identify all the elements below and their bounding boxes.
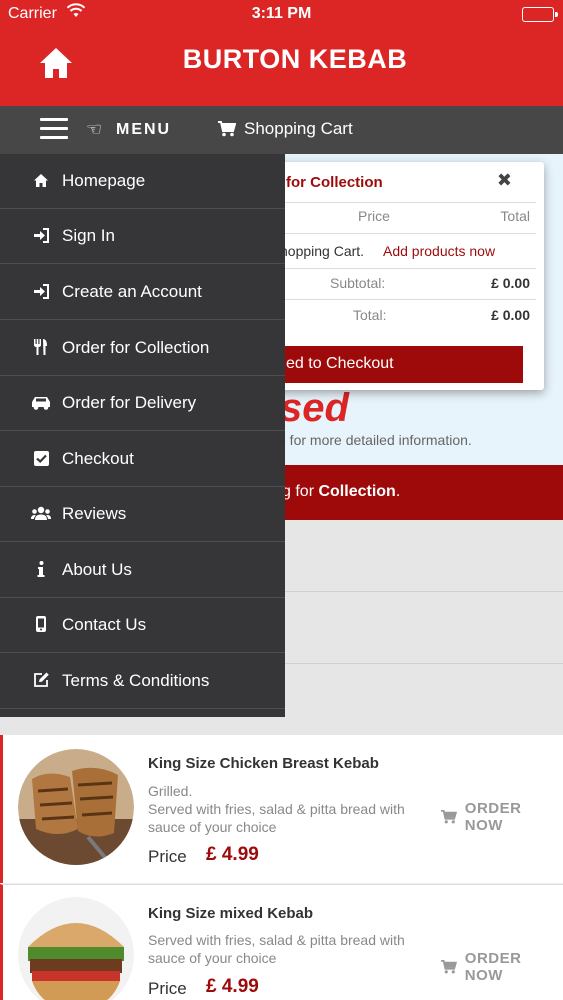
menu-item-label: Contact Us	[62, 615, 147, 634]
menu-item-label: Homepage	[62, 171, 146, 190]
product-subtitle: Grilled.	[148, 783, 193, 799]
order-now-button[interactable]: ORDER NOW	[441, 950, 563, 984]
menu-item-label: Reviews	[62, 504, 127, 523]
menu-item-terms[interactable]: Terms & Conditions	[0, 654, 285, 709]
order-now-button[interactable]: ORDER NOW	[441, 800, 563, 834]
menu-item-label: Order for Delivery	[62, 393, 197, 412]
edit-icon	[31, 670, 51, 690]
product-price: £ 4.99	[206, 844, 259, 865]
proceed-to-checkout-button[interactable]: ed to Checkout	[280, 346, 523, 383]
closed-label: sed	[280, 386, 349, 430]
close-icon[interactable]: ✖	[497, 170, 512, 191]
product-description: Served with fries, salad & pitta bread w…	[148, 801, 405, 835]
total-value: £ 0.00	[491, 307, 530, 323]
menu-item-label: Checkout	[62, 449, 134, 468]
product-description: Served with fries, salad & pitta bread w…	[148, 932, 405, 966]
app-title: BURTON KEBAB	[182, 44, 408, 74]
product-photo	[18, 749, 134, 865]
product-item[interactable]: King Size Chicken Breast Kebab Grilled. …	[0, 735, 563, 883]
info-text: for more detailed information.	[285, 432, 472, 448]
subtotal-label: Subtotal:	[330, 275, 386, 291]
hamburger-menu-button[interactable]	[40, 118, 68, 140]
menu-item-order-collection[interactable]: Order for Collection	[0, 321, 285, 376]
menu-item-label: Terms & Conditions	[62, 671, 210, 690]
product-name: King Size mixed Kebab	[148, 905, 314, 922]
collect-prefix: g for	[282, 483, 319, 500]
product-name: King Size Chicken Breast Kebab	[148, 755, 379, 772]
clock: 3:11 PM	[251, 5, 312, 22]
sign-in-icon	[31, 225, 51, 245]
menu-item-checkout[interactable]: Checkout	[0, 432, 285, 487]
menu-item-about-us[interactable]: About Us	[0, 543, 285, 598]
hand-pointer-icon: ☜	[86, 119, 103, 139]
subtotal-value: £ 0.00	[491, 275, 530, 291]
menu-item-sign-in[interactable]: Sign In	[0, 209, 285, 264]
menu-item-create-account[interactable]: Create an Account	[0, 265, 285, 320]
price-label: Price	[148, 847, 187, 866]
add-products-link[interactable]: Add products now	[383, 243, 495, 259]
check-square-icon	[31, 448, 51, 468]
nav-bar: ☜ MENU Shopping Cart	[0, 106, 563, 154]
cart-icon	[441, 960, 457, 974]
shopping-cart-link[interactable]: Shopping Cart	[218, 119, 353, 139]
product-price: £ 4.99	[206, 976, 259, 997]
menu-item-label: Order for Collection	[62, 338, 210, 357]
cutlery-icon	[31, 337, 51, 357]
order-now-label: ORDER NOW	[464, 800, 522, 834]
product-item[interactable]: King Size mixed Kebab Served with fries,…	[0, 884, 563, 1000]
cart-icon	[218, 121, 236, 137]
car-icon	[31, 392, 51, 412]
price-label: Price	[148, 979, 187, 998]
collect-suffix: .	[395, 483, 401, 500]
menu-item-order-delivery[interactable]: Order for Delivery	[0, 376, 285, 431]
app-header: BURTON KEBAB	[0, 30, 563, 106]
total-label: Total:	[353, 307, 387, 323]
status-bar: Carrier 3:11 PM	[0, 0, 563, 30]
total-column-header: Total	[500, 208, 530, 224]
order-now-label: ORDER NOW	[464, 950, 522, 984]
menu-item-contact-us[interactable]: Contact Us	[0, 598, 285, 653]
empty-cart-text: hopping Cart.	[280, 243, 365, 259]
sign-in-icon	[31, 281, 51, 301]
popup-title: for Collection	[286, 174, 383, 191]
shopping-cart-label: Shopping Cart	[244, 119, 353, 138]
home-icon	[31, 170, 51, 190]
battery-icon	[522, 7, 558, 22]
collect-mode: Collection	[318, 483, 396, 500]
menu-item-label: Create an Account	[62, 282, 202, 301]
info-line: e for more detailed information.	[278, 432, 472, 448]
info-icon	[31, 559, 51, 579]
menu-item-homepage[interactable]: Homepage	[0, 154, 285, 209]
menu-item-reviews[interactable]: Reviews	[0, 487, 285, 542]
price-column-header: Price	[358, 208, 390, 224]
menu-toggle-label[interactable]: MENU	[116, 121, 171, 139]
cart-icon	[441, 810, 457, 824]
menu-item-label: Sign In	[62, 226, 115, 245]
menu-item-label: About Us	[62, 560, 132, 579]
users-icon	[31, 503, 51, 523]
side-menu-drawer: Homepage Sign In Create an Account Order…	[0, 154, 285, 717]
product-photo	[18, 897, 134, 1000]
mobile-icon	[31, 614, 51, 634]
